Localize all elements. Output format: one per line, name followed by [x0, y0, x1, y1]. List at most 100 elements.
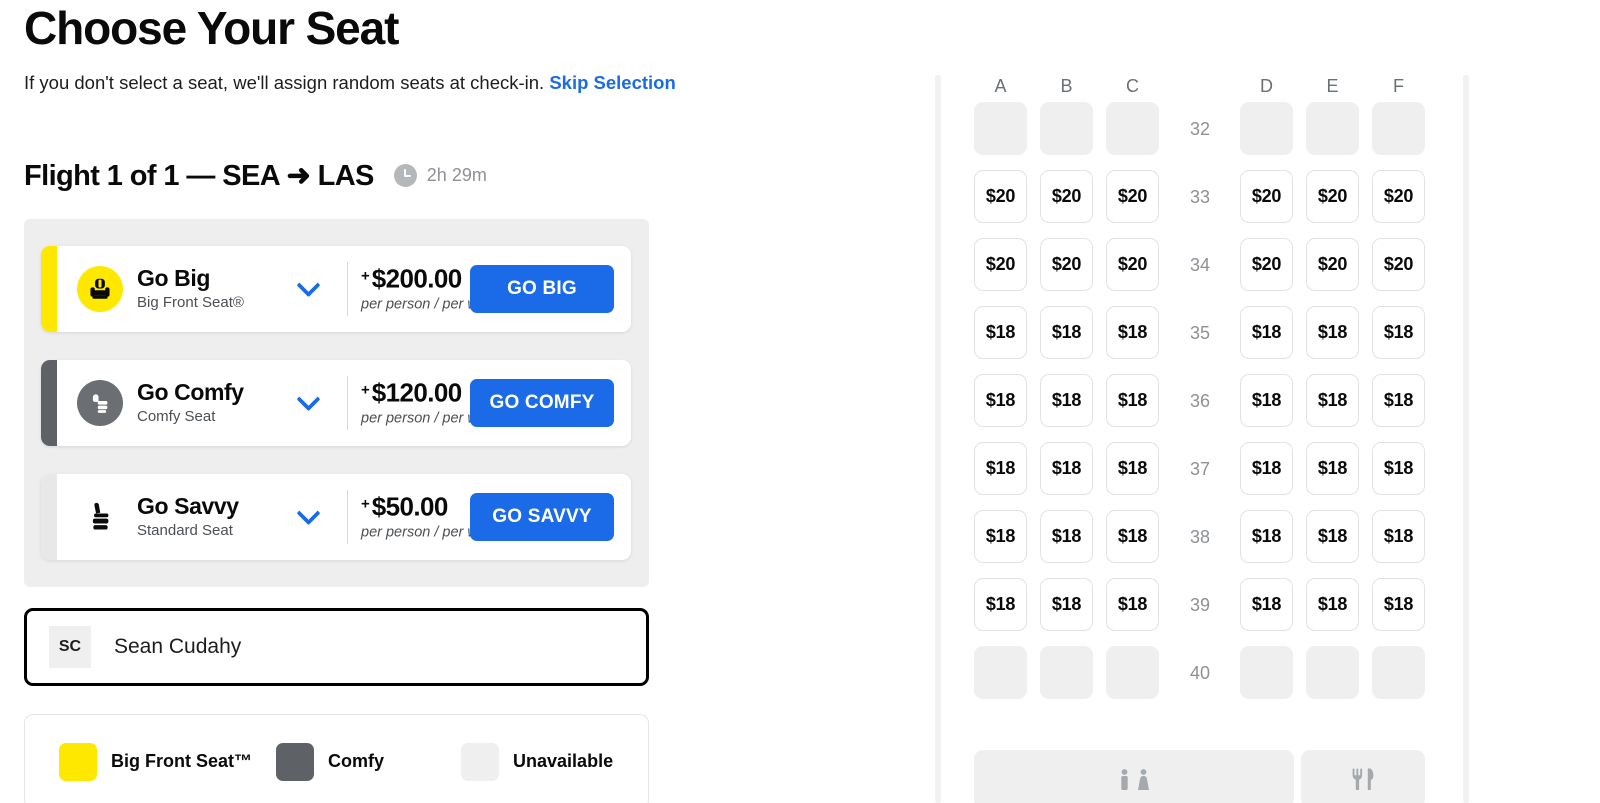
price-plus-sign: +	[361, 267, 370, 285]
seat-35C[interactable]: $18	[1106, 306, 1159, 359]
seat-33C[interactable]: $20	[1106, 170, 1159, 223]
seat-37D[interactable]: $18	[1240, 442, 1293, 495]
fare-options-group: Go Big Big Front Seat® + $200.00 per per…	[24, 219, 649, 587]
skip-selection-link[interactable]: Skip Selection	[549, 72, 675, 93]
seat-column-header-c: C	[1126, 76, 1139, 96]
seat-40A-unavailable	[974, 646, 1027, 699]
seat-34F[interactable]: $20	[1372, 238, 1425, 291]
legend-swatch	[276, 742, 315, 781]
seat-37F[interactable]: $18	[1372, 442, 1425, 495]
fare-subtitle: Comfy Seat	[137, 408, 216, 425]
legend-swatch	[59, 742, 97, 781]
fare-text-block: Go Big Big Front Seat®	[137, 265, 244, 313]
seat-40F-unavailable	[1372, 646, 1425, 699]
seat-34C[interactable]: $20	[1106, 238, 1159, 291]
seat-36C[interactable]: $18	[1106, 374, 1159, 427]
seat-row-number-33: 33	[1189, 187, 1211, 207]
seat-32B-unavailable	[1040, 102, 1093, 155]
seat-38E[interactable]: $18	[1306, 510, 1359, 563]
seat-39D[interactable]: $18	[1240, 578, 1293, 631]
seat-37A[interactable]: $18	[974, 442, 1027, 495]
seat-38A[interactable]: $18	[974, 510, 1027, 563]
page-title: Choose Your Seat	[24, 2, 399, 54]
fare-text-block: Go Savvy Standard Seat	[137, 493, 239, 541]
seat-column-header-d: D	[1260, 76, 1273, 96]
seat-33E[interactable]: $20	[1306, 170, 1359, 223]
legend-item-big-front-seat: Big Front Seat™	[59, 742, 253, 781]
seat-32C-unavailable	[1106, 102, 1159, 155]
seat-36D[interactable]: $18	[1240, 374, 1293, 427]
seat-36A[interactable]: $18	[974, 374, 1027, 427]
seat-34A[interactable]: $20	[974, 238, 1027, 291]
fare-card-go-big[interactable]: Go Big Big Front Seat® + $200.00 per per…	[41, 246, 631, 332]
fare-divider	[347, 490, 348, 544]
seat-39C[interactable]: $18	[1106, 578, 1159, 631]
seat-40B-unavailable	[1040, 646, 1093, 699]
go-big-button[interactable]: GO BIG	[470, 265, 614, 313]
seat-36B[interactable]: $18	[1040, 374, 1093, 427]
lavatory-icon	[1118, 768, 1151, 790]
seat-37B[interactable]: $18	[1040, 442, 1093, 495]
seat-39B[interactable]: $18	[1040, 578, 1093, 631]
seat-39F[interactable]: $18	[1372, 578, 1425, 631]
seat-33B[interactable]: $20	[1040, 170, 1093, 223]
chevron-down-icon[interactable]	[293, 272, 323, 304]
seat-37E[interactable]: $18	[1306, 442, 1359, 495]
fare-name: Go Comfy	[137, 379, 244, 405]
passenger-name: Sean Cudahy	[114, 635, 242, 658]
seat-row-number-36: 36	[1189, 391, 1211, 411]
seat-38B[interactable]: $18	[1040, 510, 1093, 563]
price-amount: $120.00	[371, 377, 462, 408]
seat-37C[interactable]: $18	[1106, 442, 1159, 495]
seat-row-number-37: 37	[1189, 459, 1211, 479]
seat-34E[interactable]: $20	[1306, 238, 1359, 291]
seat-35E[interactable]: $18	[1306, 306, 1359, 359]
fare-subtitle: Big Front Seat®	[137, 294, 244, 311]
fare-accent-bar	[41, 474, 57, 560]
seat-34D[interactable]: $20	[1240, 238, 1293, 291]
fare-card-go-savvy[interactable]: Go Savvy Standard Seat + $50.00 per pers…	[41, 474, 631, 560]
seat-column-header-e: E	[1326, 76, 1339, 96]
seat-39E[interactable]: $18	[1306, 578, 1359, 631]
price-plus-sign: +	[361, 495, 370, 513]
seat-map-panel: A B C D E F 32 $20 $20 $20 $20 $20 $20 33 $20 $20 $20 $20…	[930, 0, 1600, 803]
seat-row-number-38: 38	[1189, 527, 1211, 547]
seat-35F[interactable]: $18	[1372, 306, 1425, 359]
seat-39A[interactable]: $18	[974, 578, 1027, 631]
go-savvy-button[interactable]: GO SAVVY	[470, 493, 614, 541]
standard-seat-icon	[77, 494, 123, 540]
go-comfy-button[interactable]: GO COMFY	[470, 379, 614, 427]
seat-selection-page: Choose Your Seat If you don't select a s…	[0, 0, 1600, 803]
seat-33F[interactable]: $20	[1372, 170, 1425, 223]
subtitle-text: If you don't select a seat, we'll assign…	[24, 72, 545, 93]
seat-34B[interactable]: $20	[1040, 238, 1093, 291]
seat-38C[interactable]: $18	[1106, 510, 1159, 563]
subtitle-line: If you don't select a seat, we'll assign…	[24, 70, 676, 96]
fare-text-block: Go Comfy Comfy Seat	[137, 379, 244, 427]
seat-36F[interactable]: $18	[1372, 374, 1425, 427]
passenger-selector[interactable]: SC Sean Cudahy	[24, 608, 649, 686]
flight-header: Flight 1 of 1 — SEA ➜ LAS 2h 29m	[24, 158, 487, 193]
seat-35B[interactable]: $18	[1040, 306, 1093, 359]
seat-35D[interactable]: $18	[1240, 306, 1293, 359]
seat-38F[interactable]: $18	[1372, 510, 1425, 563]
fare-accent-bar	[41, 246, 57, 332]
clock-icon	[393, 164, 417, 187]
fare-card-go-comfy[interactable]: Go Comfy Comfy Seat + $120.00 per person…	[41, 360, 631, 446]
legend-label: Big Front Seat™	[111, 751, 253, 771]
legend-label: Comfy	[328, 751, 385, 771]
avatar: SC	[49, 626, 91, 668]
seat-40C-unavailable	[1106, 646, 1159, 699]
galley-block	[1301, 750, 1425, 803]
left-panel: Choose Your Seat If you don't select a s…	[0, 0, 930, 803]
lavatory-block	[974, 750, 1294, 803]
seat-33D[interactable]: $20	[1240, 170, 1293, 223]
seat-35A[interactable]: $18	[974, 306, 1027, 359]
seat-36E[interactable]: $18	[1306, 374, 1359, 427]
fare-subtitle: Standard Seat	[137, 522, 233, 539]
legend-item-unavailable: Unavailable	[461, 742, 613, 781]
chevron-down-icon[interactable]	[293, 386, 323, 418]
seat-38D[interactable]: $18	[1240, 510, 1293, 563]
seat-33A[interactable]: $20	[974, 170, 1027, 223]
chevron-down-icon[interactable]	[293, 500, 323, 532]
